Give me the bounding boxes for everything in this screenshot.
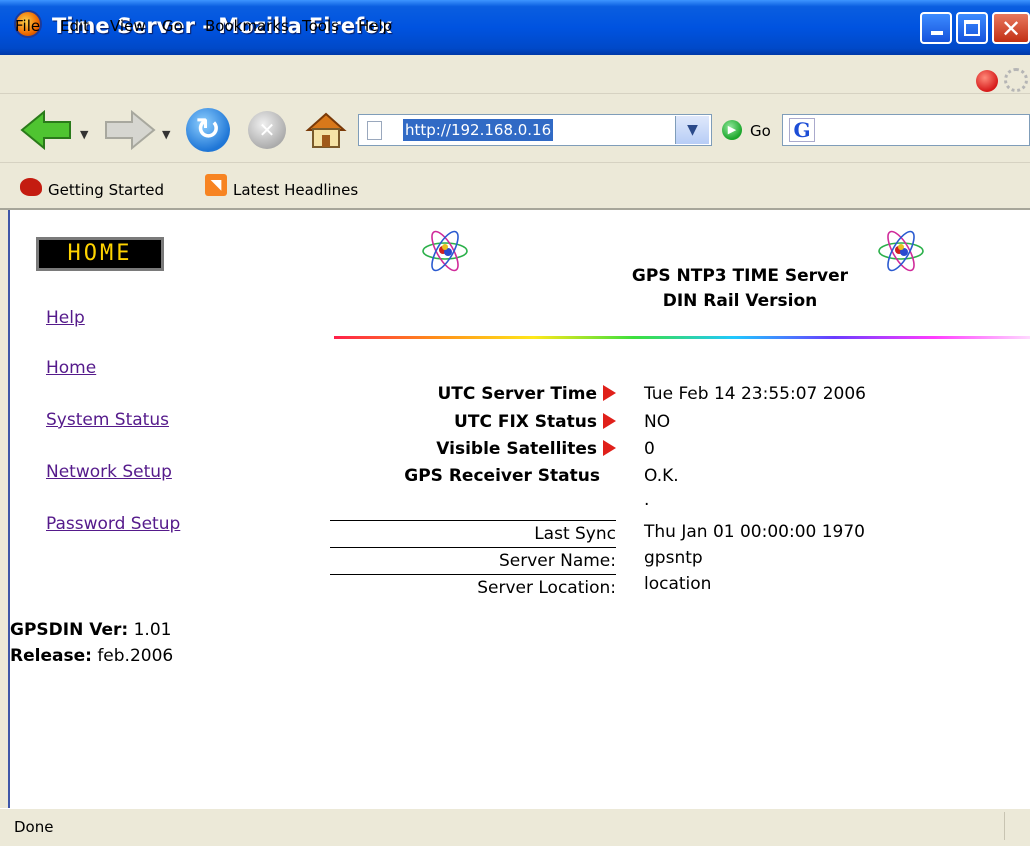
status-label-utc-time: UTC Server Time	[437, 384, 616, 404]
minimize-icon	[931, 31, 943, 35]
info-value-server-location: location	[644, 574, 712, 594]
rss-icon: ◥	[205, 174, 227, 196]
bookmark-latest-headlines[interactable]: Latest Headlines	[233, 181, 358, 199]
release-value: feb.2006	[97, 646, 174, 666]
url-dropdown-button[interactable]: ▼	[675, 116, 709, 144]
menu-bar	[0, 55, 1030, 94]
divider-line	[330, 547, 616, 548]
google-icon[interactable]: G	[789, 118, 815, 142]
info-label-last-sync: Last Sync	[534, 524, 616, 544]
nav-link-help[interactable]: Help	[46, 308, 85, 328]
release-label: Release:	[10, 646, 92, 666]
back-arrow-icon[interactable]	[20, 110, 72, 150]
status-bar	[0, 808, 1030, 846]
divider-line	[330, 574, 616, 575]
version-label: GPSDIN Ver:	[10, 620, 129, 640]
page-content: HOME Help Home System Status Network Set…	[8, 210, 1030, 808]
release-info: Release: feb.2006	[10, 646, 173, 666]
nav-link-network-setup[interactable]: Network Setup	[46, 462, 172, 482]
info-label-server-name: Server Name:	[498, 551, 616, 571]
menu-help[interactable]: Help	[358, 17, 392, 35]
separator-dot: .	[644, 490, 650, 510]
status-value-satellites: 0	[644, 439, 655, 459]
go-icon[interactable]: ▶	[722, 120, 742, 140]
page-icon	[367, 121, 382, 140]
atom-icon	[422, 230, 468, 272]
status-value-gps-receiver: O.K.	[644, 466, 679, 486]
menu-view[interactable]: View	[110, 17, 146, 35]
pointer-icon	[603, 440, 616, 456]
minimize-button[interactable]	[920, 12, 952, 44]
status-label-utc-fix: UTC FIX Status	[454, 412, 616, 432]
status-label-satellites: Visible Satellites	[436, 439, 616, 459]
pointer-icon	[603, 413, 616, 429]
status-value-utc-fix: NO	[644, 412, 671, 432]
page-title-line1: GPS NTP3 TIME Server	[631, 266, 849, 286]
menu-bookmarks[interactable]: Bookmarks	[205, 17, 289, 35]
page-title: GPS NTP3 TIME Server DIN Rail Version	[530, 264, 950, 314]
status-label-gps-receiver: GPS Receiver Status	[404, 466, 600, 486]
url-bar[interactable]: http://192.168.0.16	[358, 114, 712, 146]
reload-icon[interactable]	[186, 108, 230, 152]
nav-link-home[interactable]: Home	[46, 358, 96, 378]
nav-link-password-setup[interactable]: Password Setup	[46, 514, 180, 534]
go-button[interactable]: Go	[750, 122, 771, 140]
stop-icon[interactable]: ✕	[248, 111, 286, 149]
divider-line	[330, 520, 616, 521]
url-text[interactable]: http://192.168.0.16	[403, 119, 554, 141]
status-text: Done	[14, 818, 54, 836]
home-icon[interactable]	[304, 108, 348, 152]
close-icon: ✕	[1000, 15, 1022, 43]
resize-grip[interactable]	[1004, 812, 1027, 840]
menu-tools[interactable]: Tools	[302, 17, 339, 35]
version-info: GPSDIN Ver: 1.01	[10, 620, 171, 640]
info-value-server-name: gpsntp	[644, 548, 703, 568]
status-value-utc-time: Tue Feb 14 23:55:07 2006	[644, 384, 866, 404]
bookmark-getting-started[interactable]: Getting Started	[48, 181, 164, 199]
page-title-line2: DIN Rail Version	[662, 291, 818, 311]
rainbow-divider	[334, 336, 1030, 339]
forward-arrow-icon[interactable]	[104, 110, 156, 150]
close-button[interactable]: ✕	[992, 12, 1030, 44]
alert-icon[interactable]	[976, 70, 998, 92]
info-value-last-sync: Thu Jan 01 00:00:00 1970	[644, 522, 865, 542]
throbber-icon	[1004, 68, 1028, 92]
pointer-icon	[603, 385, 616, 401]
home-badge[interactable]: HOME	[36, 237, 164, 271]
menu-file[interactable]: File	[15, 17, 40, 35]
version-value: 1.01	[133, 620, 172, 640]
menu-go[interactable]: Go	[162, 17, 183, 35]
info-label-server-location: Server Location:	[477, 578, 616, 598]
maximize-button[interactable]	[956, 12, 988, 44]
forward-dropdown-icon[interactable]: ▼	[162, 128, 170, 141]
search-input[interactable]: G	[782, 114, 1030, 146]
menu-edit[interactable]: Edit	[60, 17, 89, 35]
back-dropdown-icon[interactable]: ▼	[80, 128, 88, 141]
firefox-bookmark-icon	[20, 178, 42, 196]
maximize-icon	[964, 20, 980, 36]
nav-link-system-status[interactable]: System Status	[46, 410, 169, 430]
browser-window: Time Server - Mozilla Firefox ✕ File Edi…	[0, 0, 1030, 846]
